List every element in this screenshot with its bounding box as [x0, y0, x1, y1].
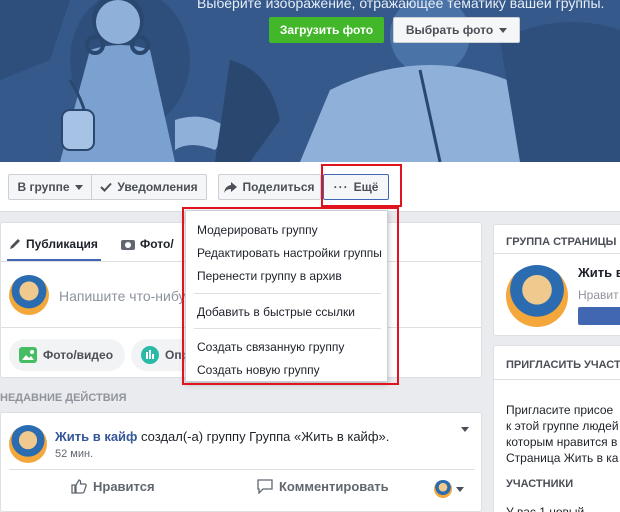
group-action-bar: В группе Уведомления Поделиться ··· Ещё: [0, 162, 620, 212]
feed-post: Жить в кайф создал(-а) группу Группа «Жи…: [0, 412, 482, 512]
more-highlight-box: [321, 164, 402, 207]
invite-members-card: ПРИГЛАСИТЬ УЧАСТ Пригласите присое к это…: [493, 345, 620, 512]
invite-text-line: которым нравится в: [506, 435, 618, 449]
post-author-link[interactable]: Жить в кайф: [55, 429, 137, 444]
in-group-label: В группе: [17, 180, 70, 194]
tab-post[interactable]: Публикация: [9, 237, 98, 251]
post-options-icon[interactable]: [461, 427, 469, 432]
post-action-text: создал(-а) группу Группа «Жить в кайф».: [137, 429, 390, 444]
members-title: УЧАСТНИКИ: [506, 478, 574, 490]
notifications-label: Уведомления: [117, 180, 198, 194]
page-name-link[interactable]: Жить в: [578, 265, 620, 281]
like-label: Нравится: [93, 479, 155, 494]
post-as-selector[interactable]: [434, 480, 464, 498]
upload-photo-button[interactable]: Загрузить фото: [269, 17, 384, 43]
poll-icon: [141, 346, 159, 364]
tab-photo[interactable]: Фото/: [121, 237, 174, 251]
avatar: [9, 275, 49, 315]
share-label: Поделиться: [242, 180, 315, 194]
post-divider: [9, 469, 475, 470]
share-button[interactable]: Поделиться: [218, 174, 321, 200]
page-group-card: ГРУППА СТРАНИЦЫ Жить в Нравит: [493, 224, 620, 336]
photo-icon: [19, 347, 37, 363]
recent-activity-title: НЕДАВНИЕ ДЕЙСТВИЯ: [0, 392, 127, 404]
photo-video-label: Фото/видео: [43, 348, 114, 362]
page-like-count: Нравит: [578, 288, 619, 302]
thumbs-up-icon: [71, 479, 87, 494]
avatar: [434, 480, 452, 498]
post-input-placeholder[interactable]: Напишите что-нибуд: [59, 288, 193, 304]
like-button[interactable]: Нравится: [71, 479, 155, 494]
invite-text-line: к этой группе людей: [506, 419, 619, 433]
card-divider: [494, 379, 620, 380]
invite-text-line: Страница Жить в ка: [506, 451, 619, 465]
pencil-icon: [10, 239, 20, 249]
members-text: У вас 1 новый: [506, 505, 585, 512]
notifications-button[interactable]: Уведомления: [91, 174, 207, 200]
tab-post-label: Публикация: [26, 237, 98, 251]
comment-button[interactable]: Комментировать: [257, 479, 389, 494]
invite-text-line: Пригласите присое: [506, 403, 614, 417]
camera-icon: [121, 240, 135, 250]
choose-photo-label: Выбрать фото: [405, 23, 494, 37]
tab-photo-label: Фото/: [140, 237, 174, 251]
dropdown-highlight-box: [182, 207, 399, 385]
post-timestamp[interactable]: 52 мин.: [55, 448, 93, 460]
invite-title: ПРИГЛАСИТЬ УЧАСТ: [506, 359, 620, 371]
check-icon: [100, 182, 113, 192]
page-avatar[interactable]: [506, 265, 568, 327]
page-group-title: ГРУППА СТРАНИЦЫ: [506, 236, 617, 248]
avatar: [9, 425, 47, 463]
caret-down-icon: [499, 27, 508, 33]
share-arrow-icon: [224, 181, 238, 193]
choose-photo-button[interactable]: Выбрать фото: [393, 17, 520, 43]
photo-video-chip[interactable]: Фото/видео: [9, 339, 125, 371]
caret-down-icon: [74, 184, 83, 190]
post-headline: Жить в кайф создал(-а) группу Группа «Жи…: [55, 429, 389, 444]
comment-label: Комментировать: [279, 479, 389, 494]
cover-hint-text: Выберите изображение, отражающее тематик…: [197, 0, 605, 11]
card-divider: [494, 253, 620, 254]
in-group-button[interactable]: В группе: [8, 174, 92, 200]
group-cover: Выберите изображение, отражающее тематик…: [0, 0, 620, 162]
caret-down-icon: [456, 486, 464, 492]
page-like-button[interactable]: [578, 307, 620, 325]
comment-icon: [257, 479, 273, 494]
